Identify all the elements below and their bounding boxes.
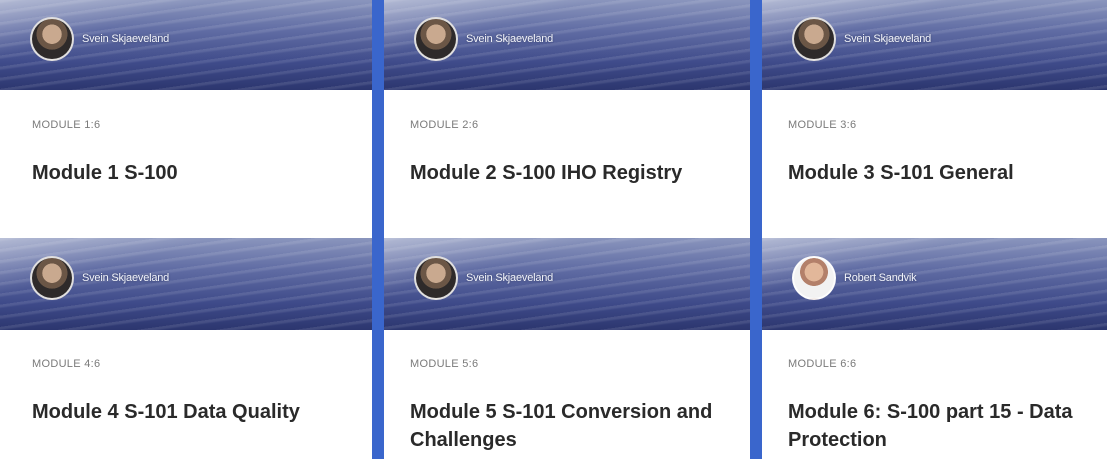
module-label: MODULE 3:6 bbox=[788, 119, 857, 131]
module-card-1[interactable]: Svein Skjaeveland MODULE 1:6 Module 1 S-… bbox=[0, 0, 372, 220]
module-card-5[interactable]: Svein Skjaeveland MODULE 5:6 Module 5 S-… bbox=[384, 238, 750, 459]
author-name: Svein Skjaeveland bbox=[82, 33, 170, 45]
module-title[interactable]: Module 2 S-100 IHO Registry bbox=[410, 159, 710, 187]
author-avatar bbox=[792, 17, 836, 61]
author-name: Robert Sandvik bbox=[844, 272, 917, 284]
module-title[interactable]: Module 4 S-101 Data Quality bbox=[32, 398, 332, 426]
module-title[interactable]: Module 5 S-101 Conversion and Challenges bbox=[410, 398, 730, 454]
module-card-6[interactable]: Robert Sandvik MODULE 6:6 Module 6: S-10… bbox=[762, 238, 1107, 459]
author-name: Svein Skjaeveland bbox=[466, 33, 554, 45]
module-grid: Svein Skjaeveland MODULE 1:6 Module 1 S-… bbox=[0, 0, 1107, 459]
module-title[interactable]: Module 1 S-100 bbox=[32, 159, 342, 187]
module-label: MODULE 5:6 bbox=[410, 358, 479, 370]
author-avatar bbox=[792, 256, 836, 300]
module-title[interactable]: Module 6: S-100 part 15 - Data Protectio… bbox=[788, 398, 1100, 454]
author-avatar bbox=[30, 256, 74, 300]
column-divider-right bbox=[750, 0, 762, 459]
column-divider-left bbox=[372, 0, 384, 459]
author-avatar bbox=[30, 17, 74, 61]
module-label: MODULE 1:6 bbox=[32, 119, 101, 131]
author-name: Svein Skjaeveland bbox=[466, 272, 554, 284]
module-label: MODULE 2:6 bbox=[410, 119, 479, 131]
author-name: Svein Skjaeveland bbox=[82, 272, 170, 284]
module-card-4[interactable]: Svein Skjaeveland MODULE 4:6 Module 4 S-… bbox=[0, 238, 372, 459]
author-avatar bbox=[414, 256, 458, 300]
author-avatar bbox=[414, 17, 458, 61]
module-label: MODULE 4:6 bbox=[32, 358, 101, 370]
module-title[interactable]: Module 3 S-101 General bbox=[788, 159, 1098, 187]
module-label: MODULE 6:6 bbox=[788, 358, 857, 370]
author-name: Svein Skjaeveland bbox=[844, 33, 932, 45]
module-card-2[interactable]: Svein Skjaeveland MODULE 2:6 Module 2 S-… bbox=[384, 0, 750, 220]
module-card-3[interactable]: Svein Skjaeveland MODULE 3:6 Module 3 S-… bbox=[762, 0, 1107, 220]
